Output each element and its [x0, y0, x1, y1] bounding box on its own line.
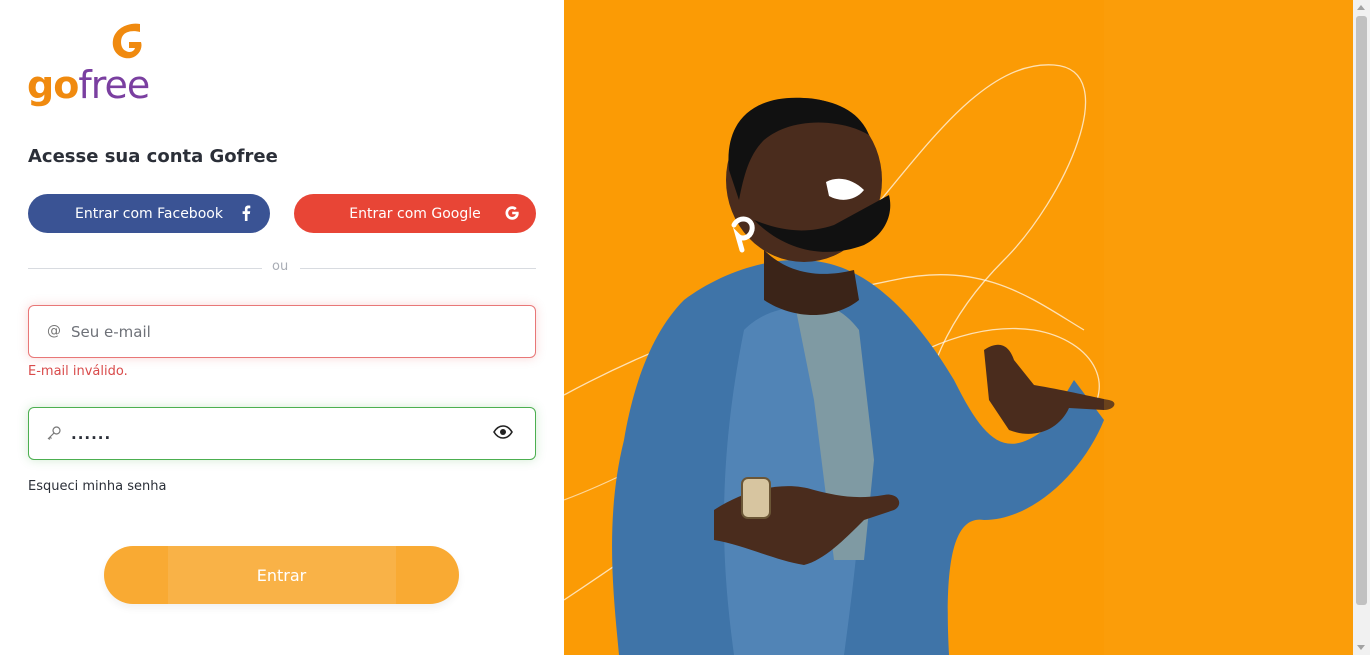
or-divider: ou [28, 259, 536, 274]
divider-line-left [28, 268, 262, 269]
key-icon [45, 424, 63, 442]
password-input[interactable] [69, 420, 493, 448]
login-panel: gofree Acesse sua conta Gofree Entrar co… [0, 0, 564, 655]
email-input[interactable] [69, 318, 493, 346]
eye-icon[interactable] [493, 424, 515, 442]
forgot-password-link[interactable]: Esqueci minha senha [28, 479, 166, 494]
login-submit-button[interactable]: Entrar [104, 546, 459, 604]
page-title: Acesse sua conta Gofree [28, 146, 278, 167]
facebook-button-label: Entrar com Facebook [75, 205, 223, 222]
scroll-down-icon[interactable] [1357, 645, 1365, 650]
at-icon: @ [47, 323, 61, 339]
logo-wordmark: gofree [27, 60, 150, 110]
scroll-up-icon[interactable] [1357, 5, 1365, 10]
google-login-button[interactable]: Entrar com Google [294, 194, 536, 233]
facebook-login-button[interactable]: Entrar com Facebook [28, 194, 270, 233]
google-icon [502, 203, 522, 223]
page-scrollbar[interactable] [1353, 0, 1370, 655]
gofree-logo-icon [112, 23, 142, 59]
gofree-logo: gofree [27, 20, 167, 112]
google-button-label: Entrar com Google [349, 205, 481, 222]
logo-go-text: go [27, 63, 79, 107]
hero-image [564, 0, 1353, 655]
password-field [28, 407, 536, 460]
hero-illustration [564, 0, 1353, 655]
divider-label: ou [272, 259, 289, 274]
scroll-thumb[interactable] [1356, 16, 1367, 605]
email-field: @ [28, 305, 536, 358]
submit-button-label: Entrar [256, 565, 307, 585]
facebook-icon [236, 203, 256, 223]
email-error-message: E-mail inválido. [28, 364, 128, 379]
logo-free-text: free [78, 63, 150, 107]
divider-line-right [300, 268, 536, 269]
